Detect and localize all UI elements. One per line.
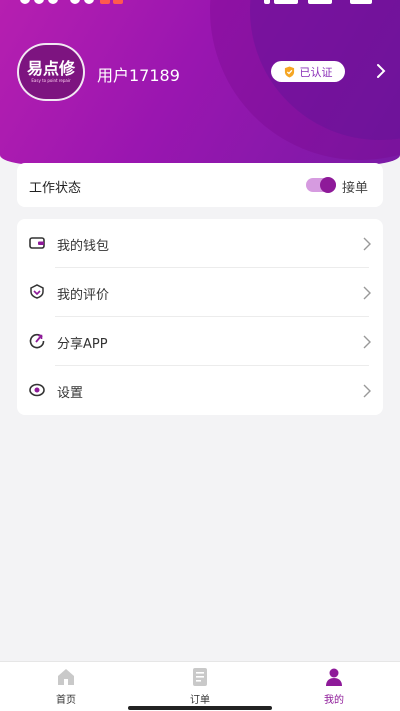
work-status-card: 工作状态 接单 xyxy=(17,163,383,207)
avatar[interactable]: 易点修 Easy to point repair xyxy=(17,43,85,101)
status-icons-right xyxy=(264,0,374,6)
home-icon xyxy=(58,669,74,685)
profile-icon xyxy=(326,668,342,686)
avatar-logo-subtitle: Easy to point repair xyxy=(31,78,71,83)
nav-item-home[interactable]: 首页 xyxy=(36,666,96,708)
chevron-right-icon xyxy=(363,384,371,398)
nav-item-orders[interactable]: 订单 xyxy=(170,666,230,708)
username: 用户17189 xyxy=(97,66,180,85)
chevron-right-icon xyxy=(363,335,371,349)
menu-item-share[interactable]: 分享APP xyxy=(17,317,383,366)
work-status-label: 工作状态 xyxy=(29,181,82,196)
nav-item-profile[interactable]: 我的 xyxy=(304,666,364,708)
profile-header: 易点修 Easy to point repair 用户17189 已认证 xyxy=(0,0,400,165)
menu-item-settings[interactable]: 设置 xyxy=(17,366,383,415)
chevron-right-icon[interactable] xyxy=(374,63,388,79)
order-icon xyxy=(193,668,207,686)
menu-item-label: 我的评价 xyxy=(57,288,110,303)
menu-card: 我的钱包 我的评价 分享APP 设置 xyxy=(17,219,383,415)
bottom-nav: 首页 订单 我的 xyxy=(0,661,400,711)
settings-icon xyxy=(29,383,45,397)
shield-icon xyxy=(284,66,294,77)
avatar-logo-text: 易点修 xyxy=(26,59,75,78)
menu-item-label: 我的钱包 xyxy=(57,239,110,254)
verified-label: 已认证 xyxy=(299,65,333,79)
share-icon xyxy=(29,333,45,349)
nav-label: 订单 xyxy=(190,695,210,706)
menu-item-label: 设置 xyxy=(57,386,84,401)
home-indicator xyxy=(128,706,272,710)
menu-item-reviews[interactable]: 我的评价 xyxy=(17,268,383,317)
chevron-right-icon xyxy=(363,237,371,251)
review-icon xyxy=(30,284,44,299)
menu-item-label: 分享APP xyxy=(57,337,108,352)
verified-badge[interactable]: 已认证 xyxy=(271,61,345,82)
toggle-knob xyxy=(320,177,336,193)
nav-label: 首页 xyxy=(56,695,76,706)
chevron-right-icon xyxy=(363,286,371,300)
status-icons-left xyxy=(20,0,130,6)
status-bar xyxy=(0,0,400,8)
wallet-icon xyxy=(29,237,45,249)
accept-orders-toggle[interactable] xyxy=(306,177,336,193)
nav-label: 我的 xyxy=(324,695,344,706)
toggle-label: 接单 xyxy=(342,181,369,196)
menu-item-wallet[interactable]: 我的钱包 xyxy=(17,219,383,268)
